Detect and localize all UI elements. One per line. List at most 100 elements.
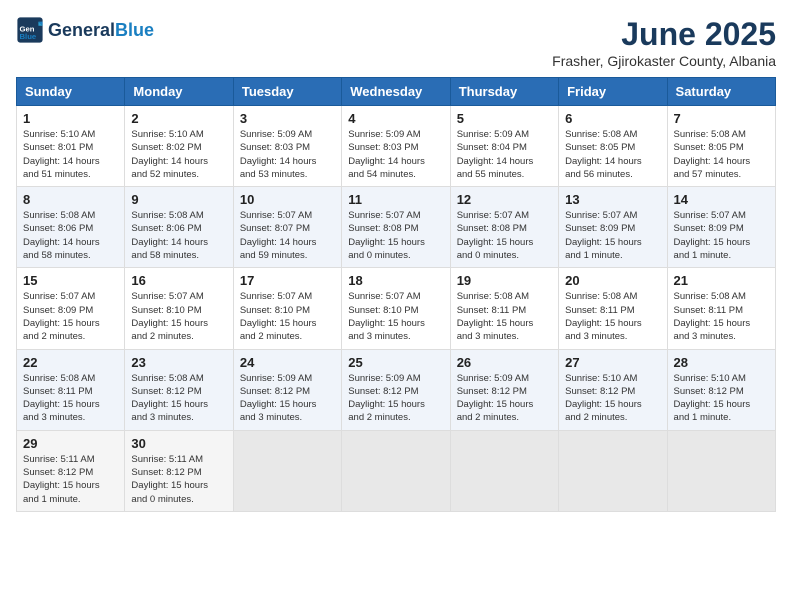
table-row: 29 Sunrise: 5:11 AM Sunset: 8:12 PM Dayli…: [17, 430, 125, 511]
calendar-week-row: 15 Sunrise: 5:07 AM Sunset: 8:09 PM Dayli…: [17, 268, 776, 349]
table-row: 19 Sunrise: 5:08 AM Sunset: 8:11 PM Dayli…: [450, 268, 558, 349]
table-row: 26 Sunrise: 5:09 AM Sunset: 8:12 PM Dayli…: [450, 349, 558, 430]
logo-icon: Gen Blue: [16, 16, 44, 44]
table-row: 10 Sunrise: 5:07 AM Sunset: 8:07 PM Dayli…: [233, 187, 341, 268]
header-thursday: Thursday: [450, 78, 558, 106]
title-section: June 2025 Frasher, Gjirokaster County, A…: [552, 16, 776, 69]
day-detail: Sunrise: 5:07 AM Sunset: 8:09 PM Dayligh…: [565, 209, 660, 262]
table-row: 2Sunrise: 5:10 AM Sunset: 8:02 PM Daylig…: [125, 106, 233, 187]
day-detail: Sunrise: 5:07 AM Sunset: 8:08 PM Dayligh…: [457, 209, 552, 262]
calendar-week-row: 8 Sunrise: 5:08 AM Sunset: 8:06 PM Daylig…: [17, 187, 776, 268]
day-number: 19: [457, 273, 552, 288]
day-detail: Sunrise: 5:07 AM Sunset: 8:10 PM Dayligh…: [131, 290, 226, 343]
day-number: 16: [131, 273, 226, 288]
table-row: 17 Sunrise: 5:07 AM Sunset: 8:10 PM Dayli…: [233, 268, 341, 349]
day-detail: Sunrise: 5:07 AM Sunset: 8:08 PM Dayligh…: [348, 209, 443, 262]
day-detail: Sunrise: 5:08 AM Sunset: 8:11 PM Dayligh…: [457, 290, 552, 343]
day-detail: Sunrise: 5:09 AM Sunset: 8:12 PM Dayligh…: [348, 372, 443, 425]
table-row: 15 Sunrise: 5:07 AM Sunset: 8:09 PM Dayli…: [17, 268, 125, 349]
day-number: 27: [565, 355, 660, 370]
day-detail: Sunrise: 5:09 AM Sunset: 8:03 PM Dayligh…: [348, 128, 443, 181]
day-detail: Sunrise: 5:10 AM Sunset: 8:01 PM Dayligh…: [23, 128, 118, 181]
day-number: 8: [23, 192, 118, 207]
day-number: 29: [23, 436, 118, 451]
table-row: 5Sunrise: 5:09 AM Sunset: 8:04 PM Daylig…: [450, 106, 558, 187]
day-detail: Sunrise: 5:08 AM Sunset: 8:11 PM Dayligh…: [674, 290, 769, 343]
table-row: 28 Sunrise: 5:10 AM Sunset: 8:12 PM Dayli…: [667, 349, 775, 430]
logo: Gen Blue General Blue: [16, 16, 154, 44]
table-row: 1 Sunrise: 5:10 AM Sunset: 8:01 PM Daylig…: [17, 106, 125, 187]
table-row: 8 Sunrise: 5:08 AM Sunset: 8:06 PM Daylig…: [17, 187, 125, 268]
table-row: 20 Sunrise: 5:08 AM Sunset: 8:11 PM Dayli…: [559, 268, 667, 349]
day-detail: Sunrise: 5:07 AM Sunset: 8:07 PM Dayligh…: [240, 209, 335, 262]
day-number: 20: [565, 273, 660, 288]
table-row: 4 Sunrise: 5:09 AM Sunset: 8:03 PM Daylig…: [342, 106, 450, 187]
day-detail: Sunrise: 5:08 AM Sunset: 8:06 PM Dayligh…: [131, 209, 226, 262]
table-row: 12 Sunrise: 5:07 AM Sunset: 8:08 PM Dayli…: [450, 187, 558, 268]
day-number: 10: [240, 192, 335, 207]
table-row: 25 Sunrise: 5:09 AM Sunset: 8:12 PM Dayli…: [342, 349, 450, 430]
table-row: 7 Sunrise: 5:08 AM Sunset: 8:05 PM Daylig…: [667, 106, 775, 187]
header-monday: Monday: [125, 78, 233, 106]
day-detail: Sunrise: 5:09 AM Sunset: 8:12 PM Dayligh…: [457, 372, 552, 425]
day-detail: Sunrise: 5:07 AM Sunset: 8:10 PM Dayligh…: [240, 290, 335, 343]
day-number: 7: [674, 111, 769, 126]
day-number: 12: [457, 192, 552, 207]
table-row: 18 Sunrise: 5:07 AM Sunset: 8:10 PM Dayli…: [342, 268, 450, 349]
table-row: [342, 430, 450, 511]
day-detail: Sunrise: 5:07 AM Sunset: 8:09 PM Dayligh…: [23, 290, 118, 343]
day-number: 11: [348, 192, 443, 207]
day-number: 17: [240, 273, 335, 288]
table-row: 11 Sunrise: 5:07 AM Sunset: 8:08 PM Dayli…: [342, 187, 450, 268]
table-row: [450, 430, 558, 511]
table-row: 27Sunrise: 5:10 AM Sunset: 8:12 PM Dayli…: [559, 349, 667, 430]
day-detail: Sunrise: 5:08 AM Sunset: 8:11 PM Dayligh…: [23, 372, 118, 425]
header-tuesday: Tuesday: [233, 78, 341, 106]
svg-text:Blue: Blue: [20, 32, 37, 41]
table-row: [559, 430, 667, 511]
day-detail: Sunrise: 5:09 AM Sunset: 8:04 PM Dayligh…: [457, 128, 552, 181]
day-number: 24: [240, 355, 335, 370]
day-detail: Sunrise: 5:07 AM Sunset: 8:09 PM Dayligh…: [674, 209, 769, 262]
table-row: 24Sunrise: 5:09 AM Sunset: 8:12 PM Dayli…: [233, 349, 341, 430]
table-row: 14 Sunrise: 5:07 AM Sunset: 8:09 PM Dayli…: [667, 187, 775, 268]
day-number: 3: [240, 111, 335, 126]
header-friday: Friday: [559, 78, 667, 106]
day-number: 22: [23, 355, 118, 370]
day-detail: Sunrise: 5:07 AM Sunset: 8:10 PM Dayligh…: [348, 290, 443, 343]
day-detail: Sunrise: 5:09 AM Sunset: 8:03 PM Dayligh…: [240, 128, 335, 181]
table-row: 30Sunrise: 5:11 AM Sunset: 8:12 PM Dayli…: [125, 430, 233, 511]
day-detail: Sunrise: 5:08 AM Sunset: 8:05 PM Dayligh…: [674, 128, 769, 181]
header-wednesday: Wednesday: [342, 78, 450, 106]
day-number: 14: [674, 192, 769, 207]
day-detail: Sunrise: 5:10 AM Sunset: 8:12 PM Dayligh…: [674, 372, 769, 425]
calendar-week-row: 29 Sunrise: 5:11 AM Sunset: 8:12 PM Dayli…: [17, 430, 776, 511]
logo-general: General: [48, 20, 115, 41]
calendar-week-row: 1 Sunrise: 5:10 AM Sunset: 8:01 PM Daylig…: [17, 106, 776, 187]
day-number: 4: [348, 111, 443, 126]
day-number: 18: [348, 273, 443, 288]
table-row: 21Sunrise: 5:08 AM Sunset: 8:11 PM Dayli…: [667, 268, 775, 349]
day-detail: Sunrise: 5:08 AM Sunset: 8:06 PM Dayligh…: [23, 209, 118, 262]
day-detail: Sunrise: 5:11 AM Sunset: 8:12 PM Dayligh…: [23, 453, 118, 506]
table-row: 23Sunrise: 5:08 AM Sunset: 8:12 PM Dayli…: [125, 349, 233, 430]
day-detail: Sunrise: 5:08 AM Sunset: 8:11 PM Dayligh…: [565, 290, 660, 343]
day-number: 1: [23, 111, 118, 126]
day-detail: Sunrise: 5:10 AM Sunset: 8:02 PM Dayligh…: [131, 128, 226, 181]
page-header: Gen Blue General Blue June 2025 Frasher,…: [16, 16, 776, 69]
table-row: 22 Sunrise: 5:08 AM Sunset: 8:11 PM Dayli…: [17, 349, 125, 430]
day-detail: Sunrise: 5:11 AM Sunset: 8:12 PM Dayligh…: [131, 453, 226, 506]
weekday-header-row: Sunday Monday Tuesday Wednesday Thursday…: [17, 78, 776, 106]
table-row: 3 Sunrise: 5:09 AM Sunset: 8:03 PM Daylig…: [233, 106, 341, 187]
day-number: 28: [674, 355, 769, 370]
month-title: June 2025: [552, 16, 776, 53]
table-row: 16 Sunrise: 5:07 AM Sunset: 8:10 PM Dayli…: [125, 268, 233, 349]
logo-blue: Blue: [115, 20, 154, 41]
calendar-week-row: 22 Sunrise: 5:08 AM Sunset: 8:11 PM Dayli…: [17, 349, 776, 430]
table-row: 9Sunrise: 5:08 AM Sunset: 8:06 PM Daylig…: [125, 187, 233, 268]
table-row: [667, 430, 775, 511]
day-number: 15: [23, 273, 118, 288]
day-number: 26: [457, 355, 552, 370]
day-number: 25: [348, 355, 443, 370]
calendar-table: Sunday Monday Tuesday Wednesday Thursday…: [16, 77, 776, 512]
